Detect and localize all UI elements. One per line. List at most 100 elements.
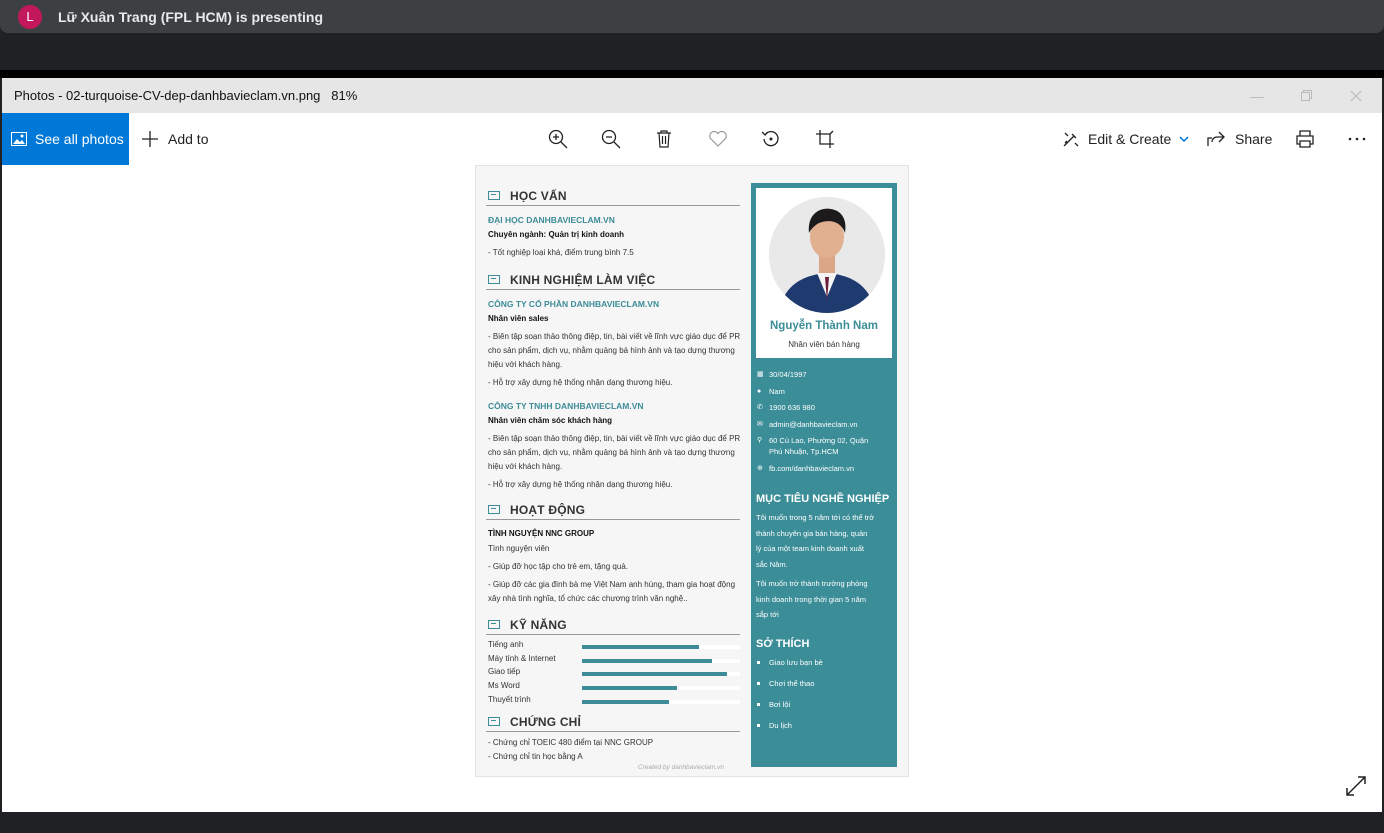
skill-bar (582, 645, 699, 649)
close-icon (1350, 90, 1362, 101)
zoom-out-icon (601, 129, 621, 149)
activity-org: TÌNH NGUYỆN NNC GROUP (488, 529, 595, 538)
activity-desc: xây nhà tình nghĩa, tổ chức các chương t… (488, 594, 688, 603)
edit-create-button[interactable]: Edit & Create (1062, 113, 1189, 165)
job-desc: - Biên tập soạn thảo thông điệp, tin, bà… (488, 332, 741, 341)
contact-facebook: ⊕ fb.com/danhbavieclam.vn (757, 464, 855, 473)
section-icon (488, 191, 500, 200)
calendar-icon: ▦ (757, 371, 764, 378)
close-button[interactable] (1333, 78, 1379, 113)
profile-photo (769, 197, 885, 313)
job-desc: hiệu với khách hàng. (488, 462, 563, 471)
link-icon: ⊕ (757, 465, 763, 472)
share-label: Share (1235, 131, 1273, 147)
job-position: Nhân viên chăm sóc khách hàng (488, 416, 613, 425)
more-options-button[interactable] (1345, 127, 1369, 151)
minimize-button[interactable]: — (1234, 78, 1280, 113)
profile-card: Nguyễn Thành Nam Nhân viên bán hàng (756, 188, 892, 358)
presentation-banner: L Lữ Xuân Trang (FPL HCM) is presenting (0, 0, 1384, 33)
job-desc: - Hỗ trợ xây dựng hệ thống nhận dạng thư… (488, 378, 673, 387)
expand-icon (1346, 776, 1366, 796)
rotate-button[interactable] (759, 127, 783, 151)
divider (0, 70, 1384, 78)
more-icon (1348, 137, 1366, 141)
contact-address: ⚲ 60 Cù Lao, Phường 02, Quận Phú Nhuận, Tp… (757, 436, 869, 456)
profile-name: Nguyễn Thành Nam (770, 320, 878, 332)
job-desc: hiệu với khách hàng. (488, 360, 563, 369)
education-school: ĐẠI HỌC DANHBAVIECLAM.VN (488, 215, 615, 225)
skill-row: Thuyết trình (488, 695, 742, 709)
job-desc: cho sản phẩm, dịch vụ, nhằm quảng bá hìn… (488, 346, 735, 355)
zoom-in-button[interactable] (546, 127, 570, 151)
edit-create-label: Edit & Create (1088, 131, 1172, 147)
hobby-item: Chơi thể thao (757, 679, 814, 688)
activity-role: Tình nguyện viên (488, 544, 550, 553)
rotate-icon (761, 131, 779, 147)
job-desc: - Hỗ trợ xây dựng hệ thống nhận dạng thư… (488, 480, 673, 489)
education-heading: HỌC VẤN (486, 186, 740, 206)
activities-heading: HOẠT ĐỘNG (486, 500, 740, 520)
zoom-out-button[interactable] (599, 127, 623, 151)
edit-create-icon (1063, 132, 1079, 147)
skill-row: Ms Word (488, 681, 742, 695)
section-icon (488, 505, 500, 514)
presenter-avatar: L (18, 4, 42, 29)
print-button[interactable] (1293, 127, 1317, 151)
share-icon (1207, 131, 1225, 146)
job-desc: - Biên tập soạn thảo thông điệp, tin, bà… (488, 434, 741, 443)
presenter-label: Lữ Xuân Trang (FPL HCM) is presenting (58, 8, 324, 25)
chevron-down-icon (1179, 136, 1189, 142)
skill-bar (582, 700, 669, 704)
cv-right-column: Nguyễn Thành Nam Nhân viên bán hàng ▦ 30/… (751, 183, 897, 767)
certificate-item: - Chứng chỉ TOEIC 480 điểm tại NNC GROUP (488, 738, 654, 747)
add-to-label: Add to (168, 131, 209, 147)
experience-heading: KINH NGHIỆM LÀM VIỆC (486, 270, 740, 290)
skills-heading: KỸ NĂNG (486, 615, 740, 635)
contact-birthday: ▦ 30/04/1997 (757, 370, 807, 379)
hobby-item: Giao lưu bạn bè (757, 658, 823, 667)
title-bar: Photos - 02-turquoise-CV-dep-danhbaviecl… (2, 78, 1382, 113)
certificates-heading: CHỨNG CHỈ (486, 712, 740, 732)
cv-image: HỌC VẤN ĐẠI HỌC DANHBAVIECLAM.VN Chuyên … (475, 165, 909, 777)
photos-window: Photos - 02-turquoise-CV-dep-danhbaviecl… (2, 78, 1382, 812)
restore-button[interactable] (1283, 78, 1329, 113)
trash-icon (657, 130, 671, 148)
image-canvas[interactable]: HỌC VẤN ĐẠI HỌC DANHBAVIECLAM.VN Chuyên … (2, 165, 1382, 812)
job-position: Nhân viên sales (488, 314, 549, 323)
plus-icon (142, 131, 158, 147)
fullscreen-button[interactable] (1344, 774, 1368, 803)
profile-role: Nhân viên bán hàng (788, 340, 860, 349)
see-all-photos-button[interactable]: See all photos (2, 113, 129, 165)
location-icon: ⚲ (757, 437, 763, 444)
job-company: CÔNG TY CỔ PHẦN DANHBAVIECLAM.VN (488, 299, 660, 309)
job-company: CÔNG TY TNHH DANHBAVIECLAM.VN (488, 401, 644, 411)
contact-phone: ✆ 1900 636 980 (757, 403, 815, 412)
heart-icon (709, 130, 727, 147)
objective-heading: MỤC TIÊU NGHỀ NGHIỆP (756, 493, 890, 505)
share-button[interactable]: Share (1207, 113, 1272, 165)
skill-row: Giao tiếp (488, 667, 742, 681)
section-icon (488, 717, 500, 726)
contact-gender: ● Nam (757, 387, 785, 396)
zoom-in-icon (548, 129, 568, 149)
printer-icon (1296, 130, 1314, 148)
see-all-photos-label: See all photos (35, 131, 124, 147)
delete-button[interactable] (652, 127, 676, 151)
zoom-level: 81% (331, 88, 358, 103)
contact-email: ✉ admin@danhbavieclam.vn (757, 420, 858, 429)
skill-row: Tiếng anh (488, 640, 742, 654)
favorite-button[interactable] (706, 127, 730, 151)
crop-button[interactable] (813, 127, 837, 151)
toolbar: See all photos Add to Edit & Create Shar… (2, 113, 1382, 165)
activity-desc: - Giúp đỡ học tập cho trẻ em, tặng quà. (488, 562, 628, 571)
window-title: Photos - 02-turquoise-CV-dep-danhbaviecl… (14, 88, 358, 103)
add-to-button[interactable]: Add to (142, 113, 208, 165)
hobbies-heading: SỞ THÍCH (756, 638, 810, 650)
phone-icon: ✆ (757, 404, 763, 411)
section-icon (488, 620, 500, 629)
bottom-bar (0, 812, 1384, 833)
certificate-item: - Chứng chỉ tin học bằng A (488, 752, 583, 761)
mail-icon: ✉ (757, 421, 763, 428)
hobby-item: Bơi lội (757, 700, 790, 709)
skill-row: Máy tính & Internet (488, 654, 742, 668)
